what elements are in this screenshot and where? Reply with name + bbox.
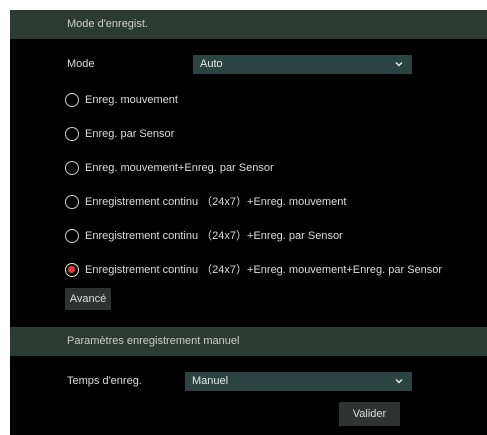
mode-select-value: Auto (200, 58, 223, 70)
radio-checked-icon[interactable] (65, 263, 79, 277)
mode-label: Mode (67, 58, 95, 70)
recording-mode-option-label: Enregistrement continu （24x7）+Enreg. mou… (85, 264, 443, 276)
radio-unchecked-icon[interactable] (65, 195, 79, 209)
chevron-down-icon (395, 378, 403, 384)
mode-select[interactable]: Auto (193, 55, 412, 74)
record-time-select-value: Manuel (192, 375, 229, 387)
recording-mode-option-label: Enreg. mouvement (85, 94, 178, 106)
advanced-button[interactable]: Avancé (65, 288, 111, 310)
recording-mode-option-label: Enreg. par Sensor (85, 128, 175, 140)
radio-unchecked-icon[interactable] (65, 93, 79, 107)
recording-mode-option-label: Enregistrement continu （24x7）+Enreg. par… (85, 230, 343, 242)
manual-recording-header: Paramètres enregistrement manuel (10, 327, 487, 356)
record-time-select[interactable]: Manuel (185, 372, 412, 391)
validate-button[interactable]: Valider (339, 402, 400, 426)
recording-mode-header: Mode d'enregist. (10, 10, 487, 39)
radio-unchecked-icon[interactable] (65, 161, 79, 175)
radio-unchecked-icon[interactable] (65, 229, 79, 243)
recording-mode-option-label: Enreg. mouvement+Enreg. par Sensor (85, 162, 274, 174)
record-time-label: Temps d'enreg. (67, 375, 142, 387)
recording-mode-option-label: Enregistrement continu （24x7）+Enreg. mou… (85, 196, 347, 208)
recording-settings-panel: Mode d'enregist. Mode Auto Enreg. mouvem… (10, 10, 487, 435)
chevron-down-icon (395, 61, 403, 67)
manual-recording-title: Paramètres enregistrement manuel (67, 335, 240, 347)
recording-mode-title: Mode d'enregist. (67, 18, 148, 30)
radio-unchecked-icon[interactable] (65, 127, 79, 141)
